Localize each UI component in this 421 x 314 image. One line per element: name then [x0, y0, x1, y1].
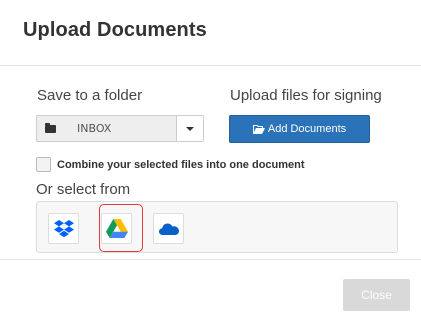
or-select-from-label: Or select from: [36, 181, 131, 198]
save-folder-label: Save to a folder: [37, 87, 143, 104]
provider-panel: [36, 201, 398, 253]
add-documents-button[interactable]: Add Documents: [229, 115, 370, 143]
combine-files-checkbox[interactable]: [36, 157, 51, 172]
dropbox-icon: [53, 219, 74, 237]
upload-documents-dialog: Upload Documents Save to a folder Upload…: [0, 0, 421, 314]
folder-open-icon: [252, 125, 265, 134]
folder-icon: [37, 116, 63, 141]
add-documents-label: Add Documents: [267, 123, 347, 135]
upload-files-label: Upload files for signing: [230, 87, 382, 104]
onedrive-icon: [158, 223, 179, 235]
caret-down-icon: [186, 126, 194, 131]
folder-dropdown-toggle[interactable]: [176, 116, 203, 141]
dialog-footer: Close: [0, 259, 421, 314]
google-drive-icon: [105, 219, 128, 238]
close-button[interactable]: Close: [343, 279, 410, 311]
dropbox-button[interactable]: [48, 213, 79, 244]
folder-select-value: INBOX: [77, 122, 112, 135]
dialog-title: Upload Documents: [23, 19, 207, 41]
folder-select[interactable]: INBOX: [36, 115, 204, 142]
combine-files-label[interactable]: Combine your selected files into one doc…: [57, 159, 305, 171]
onedrive-button[interactable]: [153, 213, 184, 244]
google-drive-button[interactable]: [101, 213, 132, 244]
combine-files-row: Combine your selected files into one doc…: [36, 157, 305, 172]
dialog-header: Upload Documents: [0, 0, 421, 66]
